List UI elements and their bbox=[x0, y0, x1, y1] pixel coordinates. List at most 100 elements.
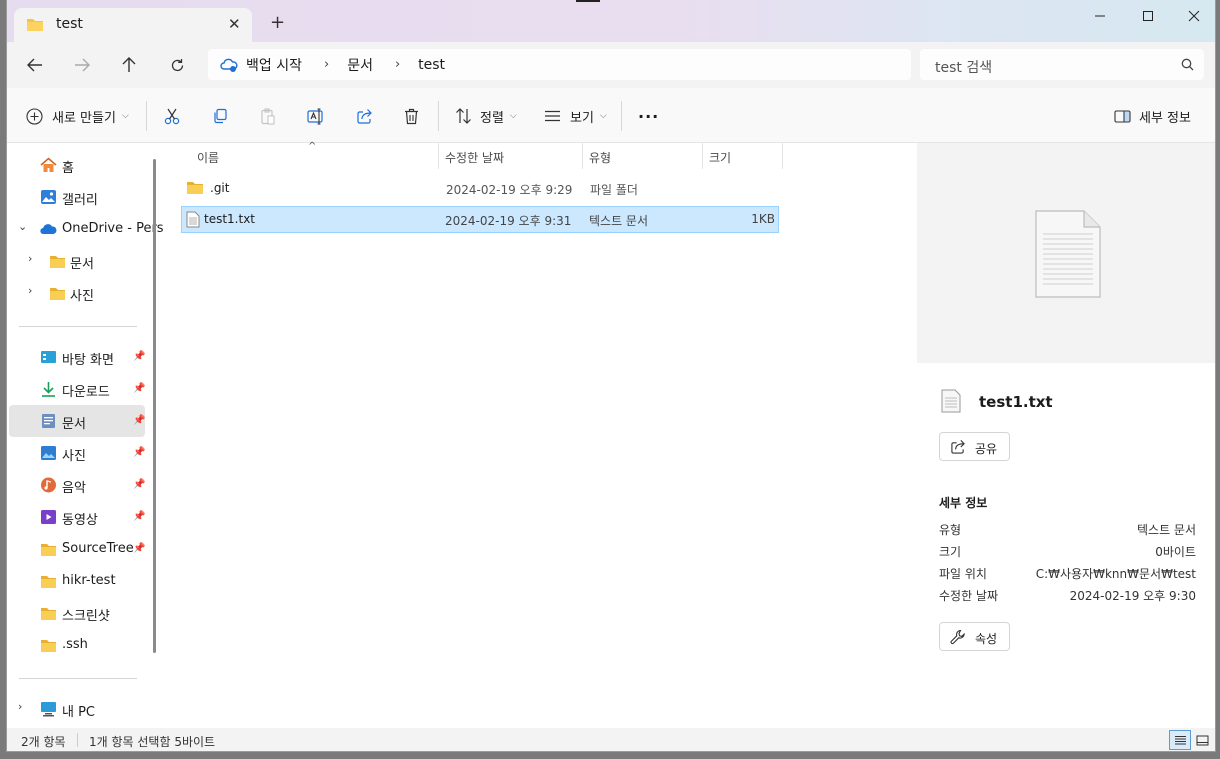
nav-item-label: OneDrive - Pers bbox=[62, 221, 164, 236]
desktop-edge-bottom bbox=[0, 752, 1220, 759]
paste-button[interactable] bbox=[260, 105, 276, 127]
pin-icon: 📌 bbox=[133, 351, 146, 362]
delete-button[interactable] bbox=[404, 105, 419, 127]
nav-item-desktop[interactable]: 바탕 화면 📌 bbox=[9, 341, 145, 373]
pin-icon: 📌 bbox=[133, 447, 146, 458]
text-file-icon bbox=[186, 211, 200, 228]
column-header-name[interactable]: 이름 bbox=[181, 143, 439, 169]
toolbar-divider bbox=[146, 101, 147, 131]
search-box[interactable]: test 검색 bbox=[920, 49, 1204, 80]
details-section-title: 세부 정보 bbox=[939, 496, 988, 510]
rename-button[interactable] bbox=[307, 105, 325, 127]
command-bar: 새로 만들기 ⌵ 정렬 ⌵ 보기 ⌵ ··· 세부 정보 bbox=[7, 88, 1215, 143]
toolbar-divider bbox=[438, 101, 439, 131]
close-icon bbox=[1188, 10, 1200, 22]
tiles-view-button[interactable] bbox=[1191, 730, 1213, 750]
back-button[interactable] bbox=[23, 53, 47, 77]
details-pane-label: 세부 정보 bbox=[1139, 110, 1191, 126]
up-button[interactable] bbox=[117, 53, 141, 77]
chevron-right-icon[interactable]: › bbox=[28, 284, 32, 297]
breadcrumb-documents[interactable]: 문서 bbox=[347, 55, 373, 75]
nav-item-label: 스크린샷 bbox=[62, 609, 110, 624]
property-row: 크기 0바이트 bbox=[939, 543, 1196, 561]
download-icon bbox=[42, 382, 55, 397]
share-button[interactable]: 공유 bbox=[939, 432, 1010, 461]
breadcrumb-backup[interactable]: 백업 시작 bbox=[246, 55, 302, 75]
property-key: 수정한 날짜 bbox=[939, 589, 999, 603]
close-tab-icon[interactable]: ✕ bbox=[228, 15, 241, 33]
chevron-right-icon[interactable]: › bbox=[28, 252, 32, 265]
chevron-right-icon[interactable]: › bbox=[18, 700, 22, 713]
new-tab-button[interactable]: + bbox=[270, 12, 285, 33]
chevron-down-icon: ⌵ bbox=[509, 111, 517, 121]
close-window-button[interactable] bbox=[1171, 0, 1215, 32]
copy-button[interactable] bbox=[212, 105, 228, 127]
new-button[interactable]: 새로 만들기 ⌵ bbox=[26, 105, 129, 127]
column-header-label: 이름 bbox=[197, 151, 220, 165]
details-pane-button[interactable]: 세부 정보 bbox=[1114, 105, 1191, 127]
properties-button[interactable]: 속성 bbox=[939, 622, 1010, 651]
column-header-type[interactable]: 유형 bbox=[583, 143, 703, 169]
nav-item-label: 사진 bbox=[62, 449, 86, 464]
nav-item-label: 홈 bbox=[62, 161, 74, 176]
nav-item-pictures[interactable]: 사진 📌 bbox=[9, 437, 145, 469]
nav-item-gallery[interactable]: 갤러리 bbox=[9, 181, 145, 213]
nav-item-sourcetree[interactable]: SourceTree 📌 bbox=[9, 533, 145, 565]
nav-scrollbar[interactable] bbox=[153, 159, 156, 653]
share-icon bbox=[951, 440, 965, 454]
nav-item-home[interactable]: 홈 bbox=[9, 149, 145, 181]
wrench-icon bbox=[950, 629, 965, 645]
column-header-label: 크기 bbox=[709, 151, 732, 165]
nav-item-ssh[interactable]: .ssh bbox=[9, 629, 145, 661]
nav-item-hikr-test[interactable]: hikr-test bbox=[9, 565, 145, 597]
nav-item-onedrive[interactable]: ⌄ OneDrive - Pers bbox=[9, 213, 164, 245]
breadcrumb-chevron-icon[interactable]: › bbox=[324, 57, 329, 72]
chevron-down-icon[interactable]: ⌄ bbox=[18, 220, 27, 233]
view-button[interactable]: 보기 ⌵ bbox=[544, 105, 607, 127]
nav-item-videos[interactable]: 동영상 📌 bbox=[9, 501, 145, 533]
column-header-modified[interactable]: 수정한 날짜 bbox=[439, 143, 583, 169]
onedrive-icon bbox=[40, 224, 57, 235]
pc-icon bbox=[41, 702, 56, 717]
nav-item-onedrive-pictures[interactable]: › 사진 bbox=[9, 277, 145, 309]
nav-item-this-pc[interactable]: › 내 PC bbox=[9, 693, 145, 725]
minimize-button[interactable] bbox=[1077, 0, 1123, 32]
nav-item-onedrive-documents[interactable]: › 문서 bbox=[9, 245, 145, 277]
table-row-selected[interactable]: test1.txt 2024-02-19 오후 9:31 텍스트 문서 1KB bbox=[181, 206, 779, 233]
nav-item-screenshots[interactable]: 스크린샷 bbox=[9, 597, 145, 629]
properties-button-label: 속성 bbox=[975, 632, 998, 646]
cloud-backup-icon bbox=[220, 58, 238, 72]
nav-item-music[interactable]: 음악 📌 bbox=[9, 469, 145, 501]
property-value: 2024-02-19 오후 9:30 bbox=[1069, 589, 1196, 603]
trash-icon bbox=[405, 108, 418, 124]
search-placeholder: test 검색 bbox=[935, 60, 993, 76]
property-row: 파일 위치 C:₩사용자₩knn₩문서₩test bbox=[939, 565, 1196, 583]
details-view-button[interactable] bbox=[1169, 730, 1191, 750]
nav-item-label: hikr-test bbox=[62, 573, 116, 588]
column-divider[interactable] bbox=[782, 143, 783, 169]
pin-icon: 📌 bbox=[133, 479, 146, 490]
arrow-right-icon bbox=[75, 58, 90, 72]
cut-button[interactable] bbox=[164, 105, 180, 127]
address-bar[interactable]: 백업 시작 › 문서 › test bbox=[208, 49, 911, 80]
share-button[interactable] bbox=[356, 105, 373, 127]
desktop-icon bbox=[41, 351, 56, 363]
refresh-button[interactable] bbox=[165, 53, 189, 77]
forward-button[interactable] bbox=[70, 53, 94, 77]
breadcrumb-test[interactable]: test bbox=[418, 57, 445, 73]
chevron-down-icon: ⌵ bbox=[599, 111, 607, 121]
chevron-down-icon: ⌵ bbox=[121, 111, 129, 121]
status-divider bbox=[77, 733, 78, 747]
nav-item-downloads[interactable]: 다운로드 📌 bbox=[9, 373, 145, 405]
more-options-button[interactable]: ··· bbox=[638, 105, 659, 127]
folder-icon bbox=[41, 608, 56, 620]
sort-button[interactable]: 정렬 ⌵ bbox=[455, 105, 517, 127]
folder-icon bbox=[41, 544, 56, 556]
column-header-size[interactable]: 크기 bbox=[703, 143, 783, 169]
maximize-button[interactable] bbox=[1125, 0, 1171, 32]
breadcrumb-chevron-icon[interactable]: › bbox=[395, 57, 400, 72]
nav-item-documents[interactable]: 문서 📌 bbox=[9, 405, 145, 437]
property-value[interactable]: C:₩사용자₩knn₩문서₩test bbox=[1036, 565, 1196, 582]
table-row[interactable]: .git 2024-02-19 오후 9:29 파일 폴더 bbox=[181, 175, 779, 202]
details-file-name: test1.txt bbox=[979, 393, 1053, 411]
